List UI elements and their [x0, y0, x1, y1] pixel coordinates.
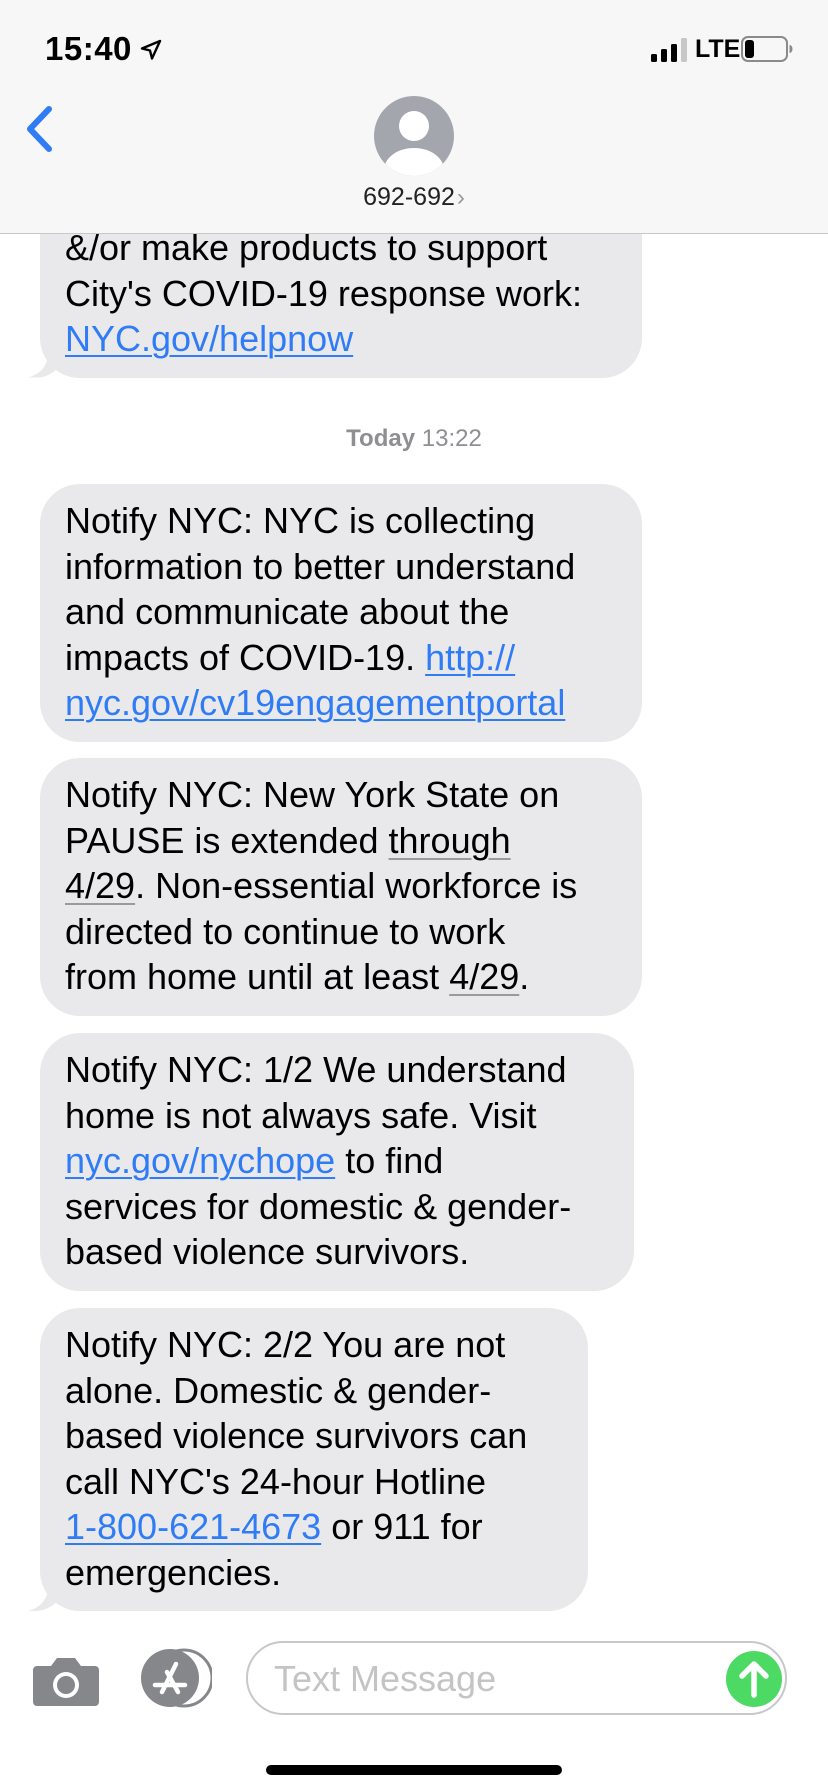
message-line: Notify NYC: New York State on	[65, 774, 560, 815]
message-link-helpnow[interactable]: NYC.gov/helpnow	[65, 318, 353, 359]
app-store-icon[interactable]	[140, 1648, 212, 1708]
message-line: call NYC's 24-hour Hotline	[65, 1460, 487, 1502]
message-line: alone. Domestic & gender-	[65, 1369, 492, 1411]
message-line: services for domestic & gender-	[65, 1185, 572, 1227]
date-link[interactable]: 4/29	[449, 956, 519, 997]
message-timestamp: Today 13:22	[0, 425, 828, 453]
message-line: based violence survivors.	[65, 1231, 470, 1272]
person-icon[interactable]	[374, 96, 454, 176]
conversation-thread[interactable]: &/or make products to support City's COV…	[0, 0, 828, 1792]
message-line: Notify NYC: 1/2 We understand	[65, 1049, 567, 1090]
message-line: City's COVID-19 response work:	[65, 272, 583, 314]
contact-name: 692-692	[363, 183, 455, 211]
message-link-portal[interactable]: http://	[425, 637, 515, 678]
message-line: emergencies.	[65, 1551, 282, 1593]
message-line: from home until at least	[65, 956, 440, 997]
home-indicator[interactable]	[266, 1765, 562, 1775]
message-line: or 911 for	[331, 1506, 483, 1547]
message-line: to find	[345, 1140, 444, 1181]
messages-screen: &/or make products to support City's COV…	[0, 0, 828, 1792]
message-bubble-hotline[interactable]: Notify NYC: 2/2 You are not alone. Domes…	[40, 1308, 588, 1611]
timestamp-day: Today	[346, 425, 416, 452]
message-link-portal-cont[interactable]: nyc.gov/cv19engagementportal	[65, 682, 565, 723]
message-line: impacts of COVID-19.	[65, 636, 416, 678]
message-line: based violence survivors can	[65, 1415, 528, 1456]
location-arrow-icon	[140, 39, 162, 60]
message-line: . Non-essential workforce is	[135, 865, 578, 906]
message-input-bar	[0, 1620, 828, 1740]
message-line: .	[519, 956, 530, 997]
message-link-nychope[interactable]: nyc.gov/nychope	[65, 1140, 335, 1181]
chevron-right-icon: ›	[456, 184, 465, 211]
message-line: directed to continue to work	[65, 910, 506, 952]
battery-low-icon	[741, 36, 793, 62]
status-time: 15:40	[45, 30, 132, 67]
conversation-header: 15:40 LTE 692-692›	[0, 0, 828, 234]
message-input[interactable]	[274, 1657, 704, 1701]
send-arrow-up-icon[interactable]	[726, 1651, 782, 1707]
message-line: PAUSE is extended	[65, 819, 379, 861]
message-text-field	[246, 1641, 787, 1715]
camera-icon[interactable]	[33, 1654, 99, 1706]
date-link[interactable]: 4/29	[65, 865, 135, 906]
chevron-left-icon[interactable]	[22, 104, 56, 154]
message-line: and communicate about the	[65, 591, 510, 632]
message-link-hotline-phone[interactable]: 1-800-621-4673	[65, 1506, 321, 1547]
message-line: Notify NYC: NYC is collecting	[65, 500, 536, 541]
network-type: LTE	[695, 35, 741, 63]
message-line: home is not always safe. Visit	[65, 1094, 537, 1136]
message-line: Notify NYC: 2/2 You are not	[65, 1324, 506, 1365]
message-bubble-nychope[interactable]: Notify NYC: 1/2 We understand home is no…	[40, 1033, 634, 1291]
date-link[interactable]: through	[389, 820, 511, 861]
message-bubble-engagement-portal[interactable]: Notify NYC: NYC is collecting informatio…	[40, 484, 642, 742]
message-line: information to better understand	[65, 545, 576, 587]
timestamp-time: 13:22	[421, 425, 482, 452]
signal-bars-icon	[651, 38, 687, 62]
contact-name-button[interactable]: 692-692›	[0, 183, 828, 212]
message-bubble-pause-extended[interactable]: Notify NYC: New York State on PAUSE is e…	[40, 758, 642, 1016]
